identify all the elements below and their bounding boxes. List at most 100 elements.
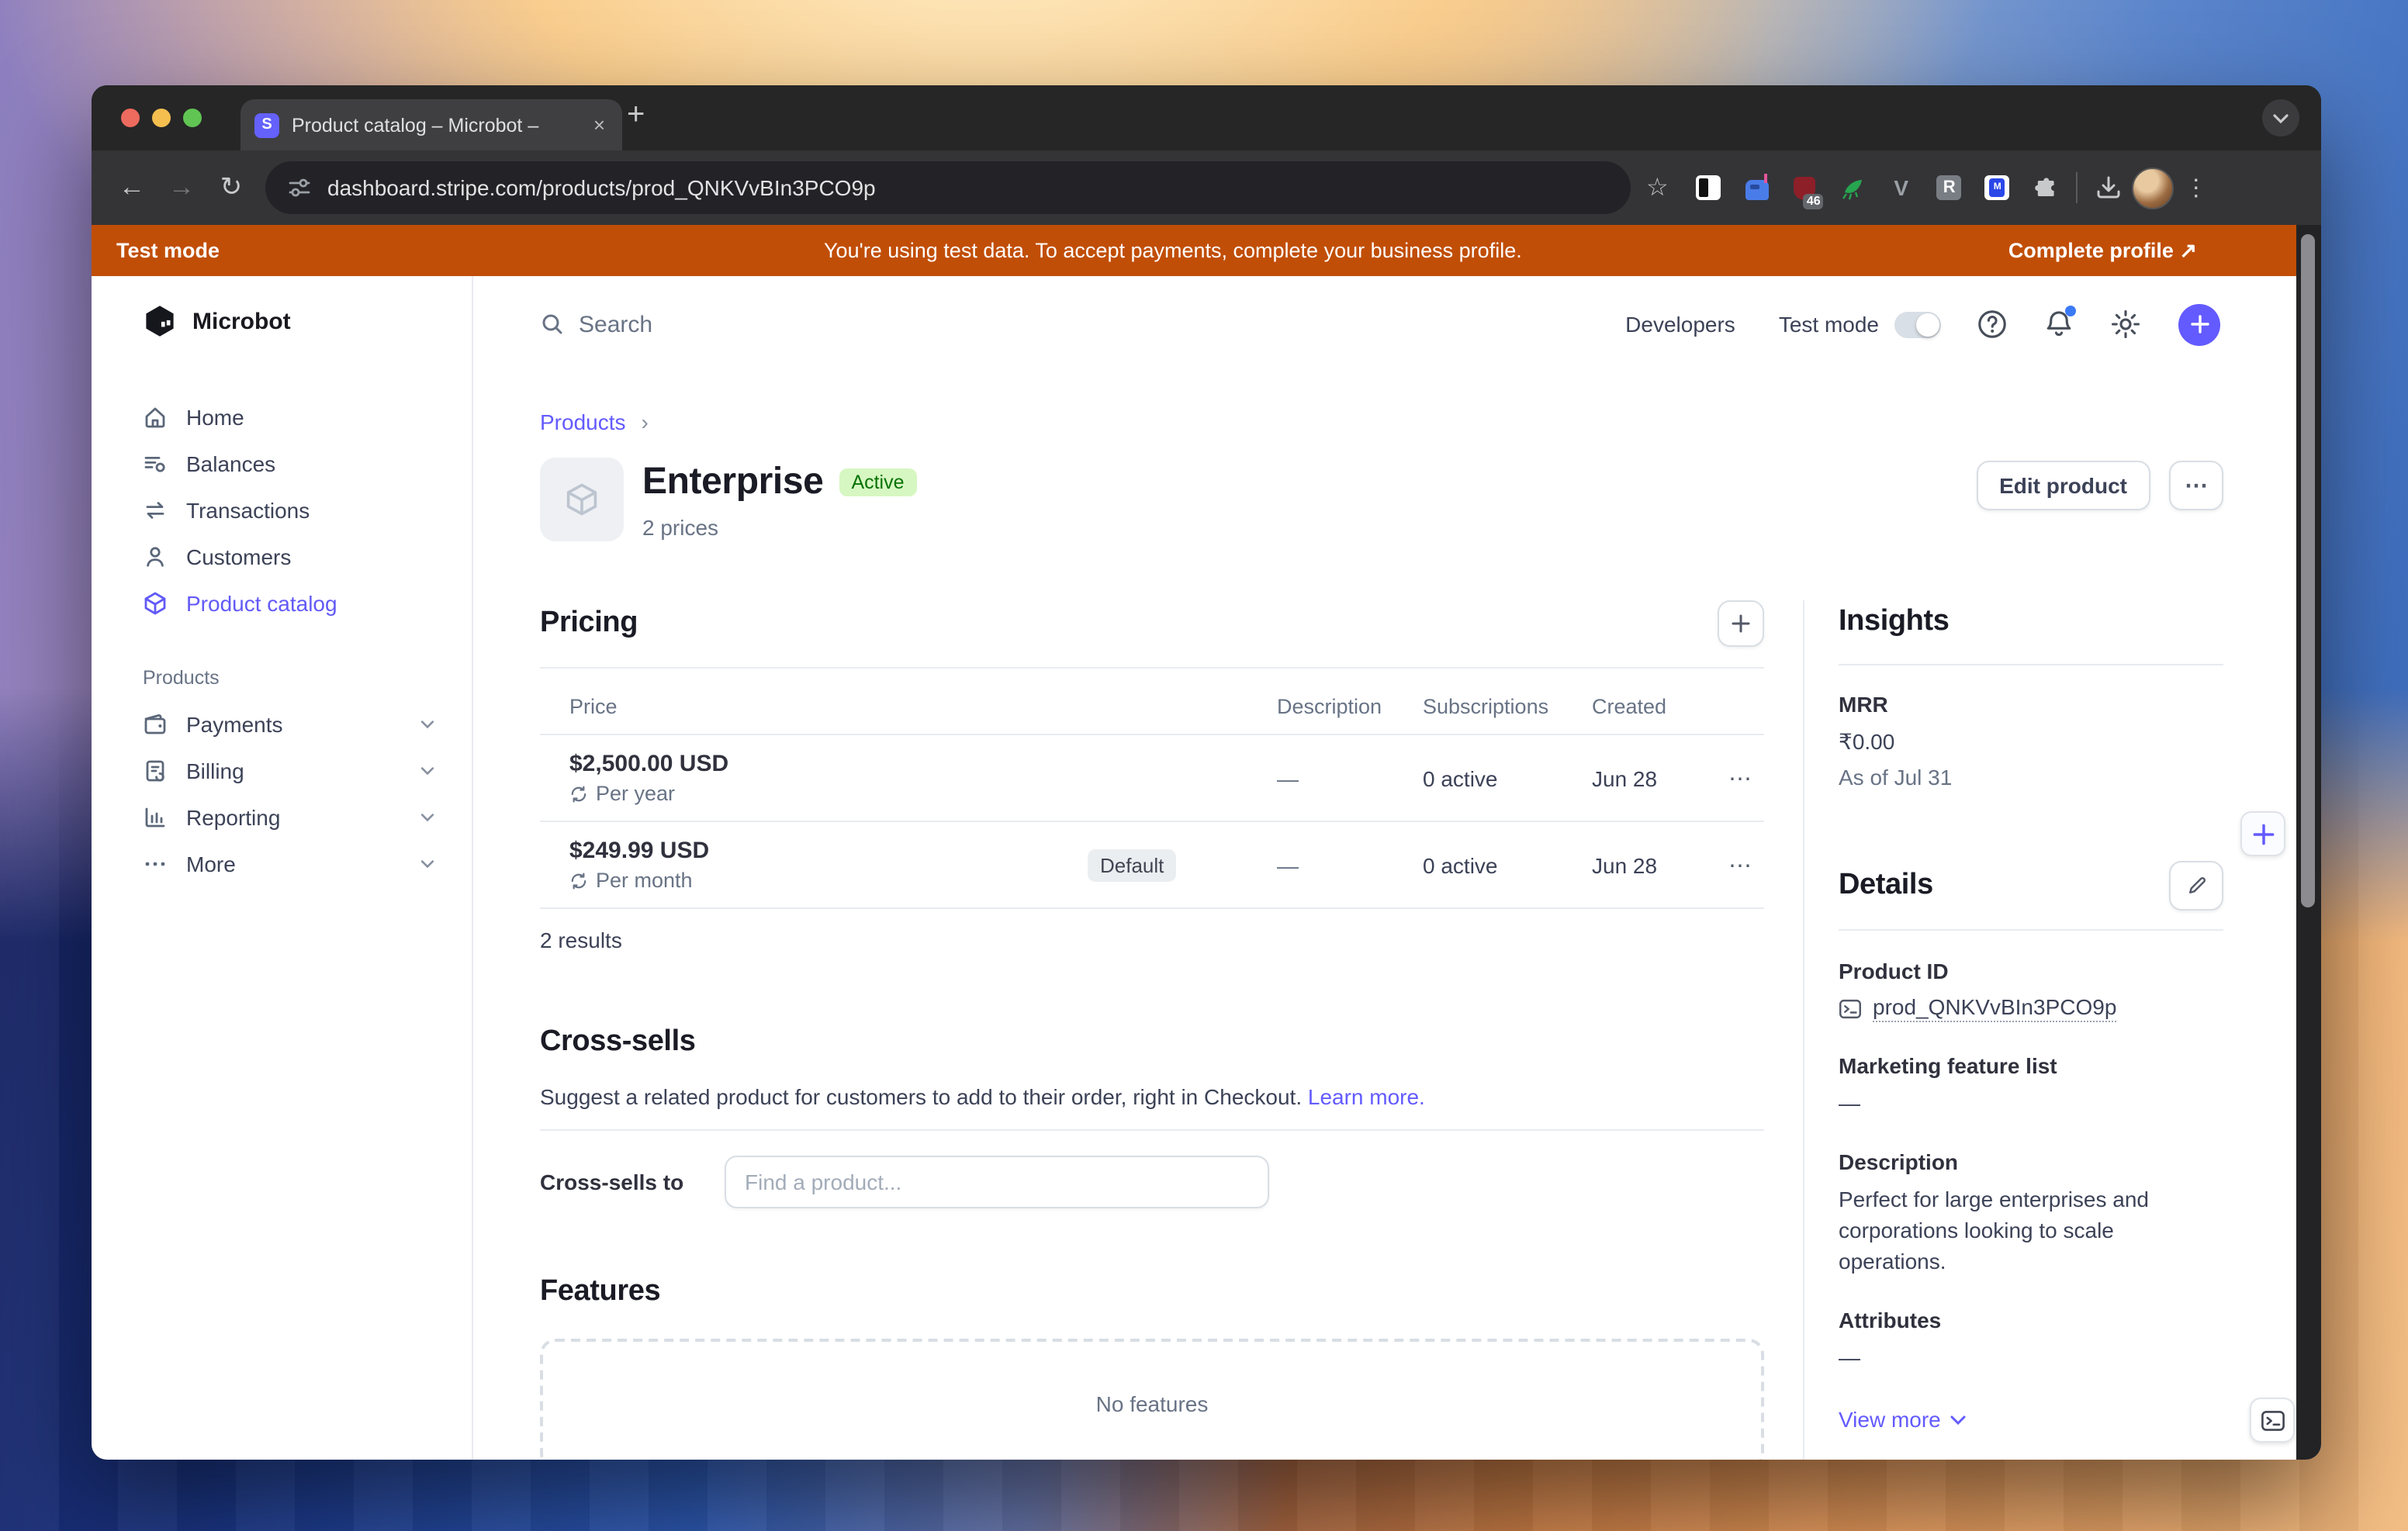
price-created: Jun 28 <box>1592 852 1724 877</box>
edit-details-button[interactable] <box>2169 861 2223 911</box>
breadcrumb: Products › <box>540 410 2223 434</box>
bookmark-star-icon[interactable]: ☆ <box>1646 172 1669 203</box>
settings-button[interactable] <box>2110 309 2141 340</box>
product-overflow-button[interactable]: ⋯ <box>2169 461 2223 510</box>
cross-sells-title: Cross-sells <box>540 1025 696 1059</box>
help-button[interactable] <box>1977 309 2008 340</box>
edit-product-button[interactable]: Edit product <box>1976 461 2150 510</box>
test-mode-banner: Test mode You're using test data. To acc… <box>92 225 2321 276</box>
sidebar-products-nav: Payments Billing Reporting <box>92 701 472 887</box>
downloads-icon[interactable] <box>2088 166 2131 209</box>
find-product-input[interactable] <box>725 1156 1269 1208</box>
toolbar-divider <box>2077 172 2078 203</box>
search-icon <box>540 312 565 337</box>
add-price-button[interactable] <box>1718 600 1764 647</box>
zoom-window-button[interactable] <box>183 109 202 127</box>
reload-button[interactable]: ↻ <box>206 172 256 203</box>
m-extension-icon[interactable]: M <box>1976 166 2019 209</box>
chevron-down-icon <box>420 859 434 869</box>
tab-search-button[interactable] <box>2262 99 2299 137</box>
breadcrumb-separator: › <box>642 410 649 434</box>
recurring-icon <box>569 871 588 890</box>
pricing-title: Pricing <box>540 607 638 641</box>
app-topbar: Search Developers Test mode <box>473 276 2321 372</box>
breadcrumb-products-link[interactable]: Products <box>540 410 626 434</box>
forward-button[interactable]: → <box>157 172 206 203</box>
r-extension-icon[interactable]: R <box>1928 166 1971 209</box>
product-name: Enterprise <box>642 461 823 504</box>
scrollbar-thumb[interactable] <box>2301 234 2315 907</box>
marketing-feature-list-value: — <box>1839 1087 2223 1118</box>
new-tab-button[interactable]: + <box>627 98 645 133</box>
quick-add-button[interactable] <box>2240 811 2285 856</box>
sidebar-item-customers[interactable]: Customers <box>92 534 472 580</box>
details-title: Details <box>1839 869 1933 903</box>
app-content: Microbot Home Balances Transactions <box>92 276 2321 1460</box>
sidebar-item-payments[interactable]: Payments <box>92 701 472 748</box>
reporting-icon <box>143 805 168 830</box>
browser-menu-icon[interactable]: ⋮ <box>2174 166 2218 209</box>
v-extension-icon[interactable]: V <box>1880 166 1923 209</box>
sidebar-item-transactions[interactable]: Transactions <box>92 487 472 534</box>
stripe-favicon-icon: S <box>254 112 279 137</box>
features-empty-state: No features <box>540 1339 1764 1460</box>
back-button[interactable]: ← <box>107 172 157 203</box>
complete-profile-link[interactable]: Complete profile ↗ <box>2008 238 2197 263</box>
product-id-value[interactable]: prod_QNKVvBIn3PCO9p <box>1873 994 2116 1022</box>
close-tab-icon[interactable]: × <box>590 113 608 137</box>
price-interval: Per month <box>596 869 693 892</box>
status-badge: Active <box>839 468 916 496</box>
external-arrow-icon: ↗ <box>2179 238 2197 261</box>
sidebar-item-home[interactable]: Home <box>92 394 472 441</box>
notification-dot <box>2065 306 2076 316</box>
shield-extension-icon[interactable]: 46 <box>1784 166 1827 209</box>
grasshopper-extension-icon[interactable] <box>1832 166 1875 209</box>
learn-more-link[interactable]: Learn more. <box>1308 1084 1425 1109</box>
transactions-icon <box>143 498 168 523</box>
create-button[interactable] <box>2178 303 2220 345</box>
close-window-button[interactable] <box>121 109 140 127</box>
package-icon <box>563 481 600 518</box>
minimize-window-button[interactable] <box>152 109 171 127</box>
price-row[interactable]: $249.99 USD Per month Default — 0 active <box>540 822 1764 907</box>
price-row-menu-button[interactable]: ⋯ <box>1728 764 1764 792</box>
product-id-label: Product ID <box>1839 959 2223 983</box>
test-mode-toggle-group: Test mode <box>1779 311 1941 337</box>
divider <box>540 1129 1764 1131</box>
side-panel-icon[interactable] <box>1687 166 1731 209</box>
help-icon <box>1977 309 2008 340</box>
profile-avatar[interactable] <box>2131 166 2174 209</box>
sidebar-item-product-catalog[interactable]: Product catalog <box>92 580 472 627</box>
sidebar-item-more[interactable]: More <box>92 841 472 887</box>
sidebar-section-products: Products <box>143 667 472 689</box>
sidebar-item-balances[interactable]: Balances <box>92 441 472 487</box>
site-settings-icon[interactable] <box>287 175 312 200</box>
url-text[interactable]: dashboard.stripe.com/products/prod_QNKVv… <box>327 175 876 200</box>
extensions-row: 46 V R M <box>1687 166 2067 209</box>
scrollbar-track[interactable] <box>2296 225 2321 1460</box>
developer-console-button[interactable] <box>2250 1398 2295 1443</box>
plus-icon <box>1732 614 1750 633</box>
home-icon <box>143 405 168 430</box>
cross-sells-to-label: Cross-sells to <box>540 1170 725 1194</box>
sidebar-item-reporting[interactable]: Reporting <box>92 794 472 841</box>
price-row-menu-button[interactable]: ⋯ <box>1728 851 1764 879</box>
sidebar-item-billing[interactable]: Billing <box>92 748 472 794</box>
mrr-label: MRR <box>1839 692 2223 717</box>
search-input[interactable]: Search <box>540 311 652 337</box>
account-switcher[interactable]: Microbot <box>143 304 472 338</box>
price-row[interactable]: $2,500.00 USD Per year — 0 active Jun 28 <box>540 735 1764 821</box>
browser-tab[interactable]: S Product catalog – Microbot – × <box>240 99 622 150</box>
customers-icon <box>143 544 168 569</box>
address-bar[interactable]: dashboard.stripe.com/products/prod_QNKVv… <box>265 161 1631 214</box>
mrr-value: ₹0.00 <box>1839 726 2223 757</box>
main-area: Search Developers Test mode <box>473 276 2321 1460</box>
chevron-down-icon <box>420 766 434 776</box>
extensions-puzzle-icon[interactable] <box>2024 166 2067 209</box>
developers-link[interactable]: Developers <box>1625 312 1735 337</box>
banner-label: Test mode <box>116 239 220 262</box>
notifications-button[interactable] <box>2043 309 2074 340</box>
test-mode-toggle[interactable] <box>1894 311 1941 337</box>
mailbox-extension-icon[interactable] <box>1735 166 1779 209</box>
view-more-link[interactable]: View more <box>1839 1407 2223 1432</box>
